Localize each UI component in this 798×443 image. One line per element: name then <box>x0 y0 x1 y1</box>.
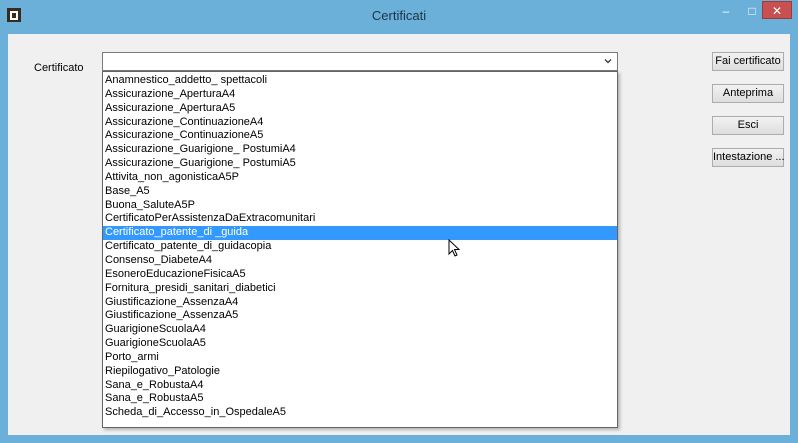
window-title: Certificati <box>371 8 427 23</box>
dropdown-option[interactable]: Assicurazione_AperturaA5 <box>103 102 617 116</box>
dropdown-option[interactable]: Giustificazione_AssenzaA4 <box>103 296 617 310</box>
certificate-dropdown-list[interactable]: Anamnestico_addetto_ spettacoli Assicuraz… <box>102 71 618 428</box>
close-button[interactable]: ✕ <box>762 1 792 19</box>
dropdown-option[interactable]: Assicurazione_AperturaA4 <box>103 88 617 102</box>
minimize-button[interactable]: – <box>713 2 739 20</box>
dropdown-option[interactable]: Base_A5 <box>103 185 617 199</box>
dropdown-option[interactable]: Attivita_non_agonisticaA5P <box>103 171 617 185</box>
dropdown-option[interactable]: Porto_armi <box>103 351 617 365</box>
certificate-label: Certificato <box>34 62 84 74</box>
dropdown-option[interactable]: Buona_SaluteA5P <box>103 199 617 213</box>
exit-button[interactable]: Esci <box>712 116 784 135</box>
dropdown-option[interactable]: EsoneroEducazioneFisicaA5 <box>103 268 617 282</box>
preview-button[interactable]: Anteprima <box>712 84 784 103</box>
dropdown-option[interactable]: Anamnestico_addetto_ spettacoli <box>103 74 617 88</box>
dropdown-option[interactable]: Assicurazione_Guarigione_ PostumiA5 <box>103 157 617 171</box>
chevron-down-icon[interactable] <box>603 56 613 66</box>
dropdown-option[interactable]: Assicurazione_Guarigione_ PostumiA4 <box>103 143 617 157</box>
dropdown-option[interactable]: CertificatoPerAssistenzaDaExtracomunitar… <box>103 212 617 226</box>
dropdown-option[interactable]: Scheda_di_Accesso_in_OspedaleA5 <box>103 406 617 420</box>
certificate-combobox[interactable] <box>102 52 618 71</box>
title-bar[interactable]: Certificati – □ ✕ <box>0 0 798 34</box>
dropdown-option[interactable]: Sana_e_RobustaA5 <box>103 392 617 406</box>
dropdown-option[interactable]: Riepilogativo_Patologie <box>103 365 617 379</box>
dropdown-option[interactable]: Assicurazione_ContinuazioneA5 <box>103 129 617 143</box>
dropdown-option[interactable]: Fornitura_presidi_sanitari_diabetici <box>103 282 617 296</box>
make-certificate-button[interactable]: Fai certificato <box>712 52 784 71</box>
form-area: Certificato Anamnestico_addetto_ spettac… <box>8 34 790 435</box>
dropdown-option[interactable]: Giustificazione_AssenzaA5 <box>103 309 617 323</box>
mouse-pointer-icon <box>448 239 460 257</box>
dropdown-option[interactable]: Certificato_patente_di _guida <box>103 226 617 241</box>
app-window: Certificati – □ ✕ Certificato Anamnestic… <box>0 0 798 443</box>
header-button[interactable]: Intestazione ... <box>712 148 785 167</box>
dropdown-option[interactable]: Certificato_patente_di_guidacopia <box>103 240 617 254</box>
dropdown-option[interactable]: GuarigioneScuolaA5 <box>103 337 617 351</box>
dropdown-option[interactable]: Sana_e_RobustaA4 <box>103 379 617 393</box>
dropdown-option[interactable]: GuarigioneScuolaA4 <box>103 323 617 337</box>
dropdown-option[interactable]: Assicurazione_ContinuazioneA4 <box>103 116 617 130</box>
dropdown-option[interactable]: Consenso_DiabeteA4 <box>103 254 617 268</box>
